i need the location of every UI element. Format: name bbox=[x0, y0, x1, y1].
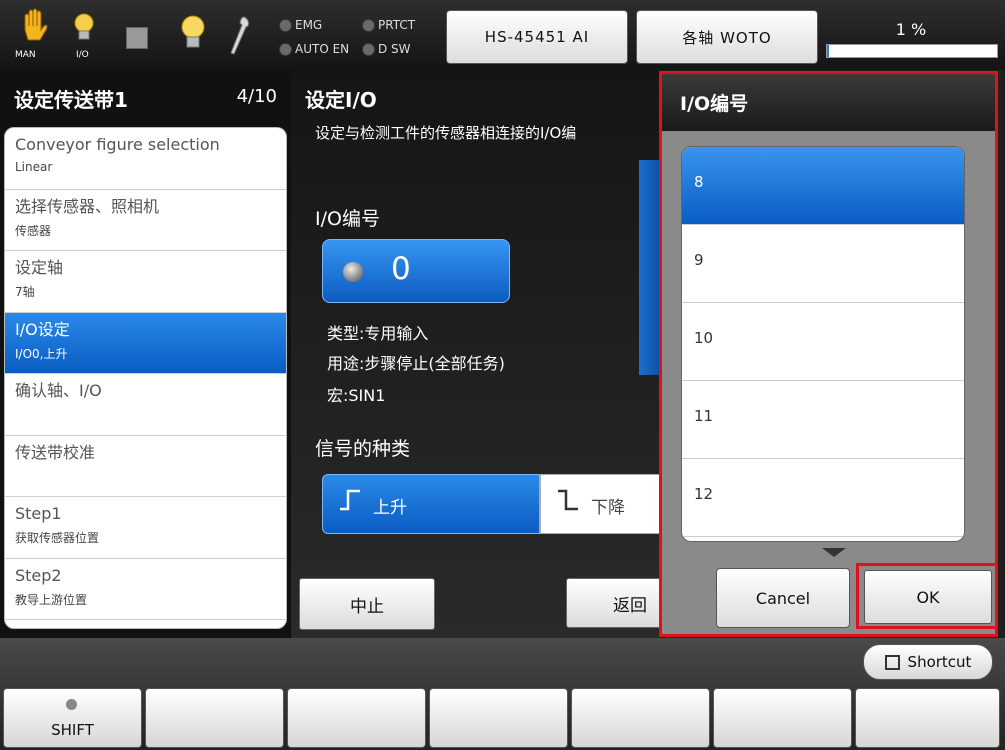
shift-key[interactable]: SHIFT bbox=[3, 688, 142, 748]
wizard-step-item[interactable]: 确认轴、I/O bbox=[5, 374, 286, 436]
io-macro-text: 宏:SIN1 bbox=[327, 386, 386, 405]
io-number-dialog: I/O编号 8 9 10 11 12 Cancel OK bbox=[659, 71, 998, 637]
dialog-title-bar: I/O编号 bbox=[662, 74, 995, 131]
status-auto-en: AUTO EN bbox=[295, 42, 350, 56]
wizard-step-list: Conveyor figure selection Linear 选择传感器、照相机… bbox=[4, 127, 287, 629]
ok-button[interactable]: OK bbox=[864, 570, 992, 624]
scroll-down-arrow-icon[interactable] bbox=[822, 548, 846, 557]
io-bulb-icon[interactable] bbox=[72, 12, 96, 50]
falling-edge-icon bbox=[558, 489, 578, 511]
function-key-2[interactable] bbox=[145, 688, 284, 748]
wizard-step-item[interactable]: Step2 教导上游位置 bbox=[5, 559, 286, 620]
wizard-step-title: Conveyor figure selection bbox=[15, 135, 220, 154]
wizard-step-item[interactable]: 设定轴 7轴 bbox=[5, 251, 286, 313]
page-description: 设定与检测工件的传感器相连接的I/O编 bbox=[315, 124, 577, 142]
signal-type-label: 信号的种类 bbox=[315, 438, 411, 460]
io-number-list: 8 9 10 11 12 bbox=[681, 146, 965, 542]
dialog-title: I/O编号 bbox=[680, 93, 749, 115]
status-dsw: D SW bbox=[378, 42, 411, 56]
wizard-step-title: Step2 bbox=[15, 565, 62, 585]
wizard-step-item[interactable]: 选择传感器、照相机传感器 bbox=[5, 190, 286, 251]
io-number-option[interactable]: 11 bbox=[682, 381, 964, 459]
io-label: I/O bbox=[76, 50, 89, 60]
wizard-step-item[interactable]: Step1 获取传感器位置 bbox=[5, 497, 286, 559]
function-key-4[interactable] bbox=[429, 688, 568, 748]
wizard-step-subtitle: 获取传感器位置 bbox=[15, 531, 100, 545]
io-number-value: 0 bbox=[391, 251, 411, 287]
top-status-bar: MAN I/O EMG PRTCT AUTO EN D SW HS-45451 … bbox=[0, 0, 1005, 70]
robot-select-button[interactable]: HS-45451 AI bbox=[446, 10, 628, 64]
wizard-step-title: I/O设定 bbox=[15, 319, 70, 339]
wizard-step-subtitle: 教导上游位置 bbox=[15, 592, 88, 607]
shortcut-arrow-icon bbox=[884, 654, 900, 670]
wizard-step-title: 选择传感器、照相机 bbox=[15, 196, 160, 216]
wizard-step-subtitle: I/O0,上升 bbox=[15, 346, 68, 361]
wizard-step-panel: 设定传送带1 4/10 Conveyor figure selection Lin… bbox=[0, 70, 291, 638]
wizard-step-item[interactable]: I/O设定 I/O0,上升 bbox=[5, 312, 286, 374]
speed-readout: 1 % bbox=[895, 20, 927, 39]
emg-led-icon bbox=[279, 19, 292, 32]
ok-button-highlight: OK bbox=[856, 563, 998, 629]
wizard-step-title: 传送带校准 bbox=[15, 442, 96, 462]
wizard-step-title: Step1 bbox=[15, 504, 62, 523]
wizard-step-title: 确认轴、I/O bbox=[15, 381, 102, 400]
wizard-step-item[interactable]: Conveyor figure selection Linear bbox=[5, 128, 286, 190]
shift-label: SHIFT bbox=[51, 721, 94, 739]
io-number-label: I/O编号 bbox=[315, 208, 380, 230]
auto-en-led-icon bbox=[279, 43, 292, 56]
io-number-option[interactable]: 8 bbox=[682, 147, 964, 225]
stop-square-icon[interactable] bbox=[126, 27, 148, 49]
io-number-option[interactable]: 12 bbox=[682, 459, 964, 537]
function-key-3[interactable] bbox=[287, 688, 426, 748]
dsw-led-icon bbox=[362, 43, 375, 56]
shortcut-label: Shortcut bbox=[907, 653, 972, 671]
io-usage-text: 用途:步骤停止(全部任务) bbox=[327, 354, 505, 373]
wizard-step-subtitle: 传感器 bbox=[15, 223, 52, 238]
wizard-step-title: 设定轴 bbox=[15, 258, 64, 277]
cancel-button[interactable]: Cancel bbox=[716, 568, 850, 628]
rising-edge-icon bbox=[340, 489, 360, 511]
signal-rise-button[interactable]: 上升 bbox=[322, 474, 540, 534]
abort-button[interactable]: 中止 bbox=[299, 578, 435, 630]
io-number-option[interactable]: 9 bbox=[682, 225, 964, 303]
wizard-step-subtitle: 7轴 bbox=[15, 285, 35, 299]
wrench-icon[interactable] bbox=[228, 14, 252, 62]
io-settings-panel: 设定I/O 设定与检测工件的传感器相连接的I/O编 I/O编号 0 类型:专用输… bbox=[291, 70, 661, 638]
io-type-text: 类型:专用输入 bbox=[327, 324, 429, 343]
wizard-title: 设定传送带1 bbox=[14, 88, 128, 112]
function-key-6[interactable] bbox=[713, 688, 852, 748]
hand-icon[interactable] bbox=[16, 8, 52, 50]
wizard-step-item[interactable]: 传送带校准 bbox=[5, 436, 286, 497]
signal-fall-label: 下降 bbox=[591, 498, 625, 518]
page-title: 设定I/O bbox=[305, 88, 377, 112]
man-label: MAN bbox=[15, 50, 36, 60]
io-number-option[interactable]: 10 bbox=[682, 303, 964, 381]
speed-bar-fill bbox=[827, 45, 829, 57]
shift-led-icon bbox=[66, 699, 77, 710]
wizard-step-subtitle: Linear bbox=[15, 160, 53, 174]
status-prtct: PRTCT bbox=[378, 18, 416, 32]
speed-bar[interactable] bbox=[826, 44, 998, 58]
back-button[interactable]: 返回 bbox=[566, 578, 661, 628]
preview-image bbox=[639, 160, 661, 375]
function-key-7[interactable] bbox=[855, 688, 1000, 748]
wizard-page-indicator: 4/10 bbox=[236, 86, 277, 107]
bulb-icon[interactable] bbox=[180, 14, 206, 56]
io-status-lamp-icon bbox=[343, 262, 363, 282]
axis-mode-button[interactable]: 各轴 WOTO bbox=[636, 10, 818, 64]
status-emg: EMG bbox=[295, 18, 323, 32]
prtct-led-icon bbox=[362, 19, 375, 32]
function-key-5[interactable] bbox=[571, 688, 710, 748]
signal-rise-label: 上升 bbox=[373, 498, 407, 518]
function-key-bar: Shortcut SHIFT bbox=[0, 638, 1005, 750]
shortcut-button[interactable]: Shortcut bbox=[863, 644, 993, 680]
signal-fall-button[interactable]: 下降 bbox=[540, 474, 661, 534]
io-number-field[interactable]: 0 bbox=[322, 239, 510, 303]
